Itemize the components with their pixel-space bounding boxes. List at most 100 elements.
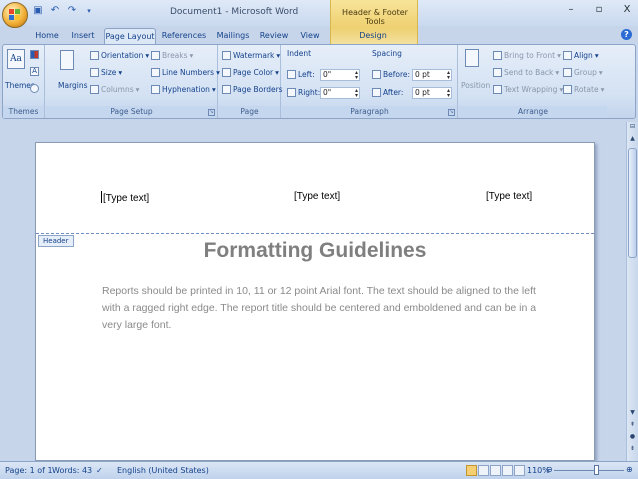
tab-mailings[interactable]: Mailings [212,28,254,44]
zoom-out-icon[interactable]: ⊖ [546,465,553,474]
group-label-page-background: Page Background [219,106,280,128]
office-button[interactable] [2,2,28,28]
print-layout-view-icon[interactable] [466,465,477,476]
hyphenation-button[interactable]: Hyphenation ▾ [151,85,216,94]
indent-right-input[interactable]: 0" ▴ ▾ [320,87,360,99]
align-button[interactable]: Align ▾ [563,51,599,60]
send-to-back-button[interactable]: Send to Back ▾ [493,68,559,77]
next-page-icon[interactable]: ⇟ [627,444,638,454]
spacing-after-input[interactable]: 0 pt ▴ ▾ [412,87,452,99]
watermark-button[interactable]: Watermark ▾ [222,51,280,60]
orientation-button[interactable]: Orientation ▾ [90,51,149,60]
themes-button[interactable]: Aa [6,49,26,69]
zoom-slider[interactable] [554,470,624,471]
tab-home[interactable]: Home [30,28,64,44]
language-indicator[interactable]: English (United States) [117,466,209,475]
group-themes: Aa Themes A Themes [3,45,45,118]
rotate-button[interactable]: Rotate ▾ [563,85,604,94]
full-screen-reading-view-icon[interactable] [478,465,489,476]
previous-page-icon[interactable]: ⇞ [627,420,638,430]
tab-references[interactable]: References [160,28,208,44]
group-button[interactable]: Group ▾ [563,68,603,77]
ruler-toggle-icon[interactable]: ⊟ [627,122,638,132]
scroll-down-icon[interactable]: ▼ [627,408,638,418]
status-bar: Page: 1 of 1 Words: 43 ✓ English (United… [0,461,638,479]
document-body[interactable]: Reports should be printed in 10, 11 or 1… [102,283,542,334]
restore-button[interactable]: ▫ [592,4,606,15]
breaks-label: Breaks [162,51,188,60]
indent-left-value: 0" [323,70,332,79]
size-button[interactable]: Size ▾ [90,68,122,77]
page-setup-launcher-icon[interactable]: ↘ [208,109,215,116]
draft-view-icon[interactable] [514,465,525,476]
outline-view-icon[interactable] [502,465,513,476]
header-center-placeholder[interactable]: [Type text] [294,191,340,202]
paragraph-launcher-icon[interactable]: ↘ [448,109,455,116]
theme-effects-button[interactable] [30,84,39,93]
margins-button[interactable] [60,50,74,70]
indent-header: Indent [287,49,312,58]
bring-to-front-icon [493,51,502,60]
indent-left-text: Left: [298,70,315,79]
scroll-thumb[interactable] [628,148,637,258]
vertical-scrollbar[interactable]: ⊟ ▲ ▼ ⇞ ● ⇟ [626,122,638,461]
group-arrange: Position Bring to Front ▾ Send to Back ▾ T… [459,45,607,118]
line-numbers-button[interactable]: Line Numbers ▾ [151,68,220,77]
page-count[interactable]: Page: 1 of 1 [5,466,53,475]
hyphenation-label: Hyphenation [162,85,210,94]
spinner-arrows-icon[interactable]: ▴ ▾ [355,88,358,99]
contextual-tab-group-label: Header & Footer Tools [342,8,408,26]
spacing-before-input[interactable]: 0 pt ▴ ▾ [412,69,452,81]
columns-button[interactable]: Columns ▾ [90,85,139,94]
zoom-in-icon[interactable]: ⊕ [626,465,633,474]
help-icon[interactable]: ? [621,29,632,40]
indent-right-text: Right: [298,88,321,97]
tab-review[interactable]: Review [256,28,292,44]
close-button[interactable]: X [620,4,634,15]
minimize-button[interactable]: – [564,4,578,15]
columns-label: Columns [101,85,134,94]
breaks-button[interactable]: Breaks ▾ [151,51,193,60]
position-icon [465,49,479,67]
page-borders-button[interactable]: Page Borders [222,85,283,94]
spinner-arrows-icon[interactable]: ▴ ▾ [447,88,450,99]
scroll-up-icon[interactable]: ▲ [627,134,638,144]
watermark-label: Watermark [233,51,275,60]
redo-icon[interactable]: ↷ [66,5,78,17]
dropdown-arrow-icon: ▾ [598,68,603,77]
tab-insert[interactable]: Insert [66,28,100,44]
web-layout-view-icon[interactable] [490,465,501,476]
page-color-label: Page Color [233,68,274,77]
spinner-arrows-icon[interactable]: ▴ ▾ [447,70,450,81]
theme-effects-icon [30,84,39,93]
header-boundary [36,233,594,234]
page-color-button[interactable]: Page Color ▾ [222,68,279,77]
zoom-slider-thumb[interactable] [594,465,599,475]
tab-page-layout[interactable]: Page Layout [104,28,156,44]
theme-fonts-button[interactable]: A [30,67,39,76]
tab-view[interactable]: View [294,28,326,44]
document-title[interactable]: Formatting Guidelines [36,239,594,263]
tab-design[interactable]: Design [350,28,396,44]
header-left-placeholder[interactable]: [Type text] [101,191,149,204]
bring-to-front-button[interactable]: Bring to Front ▾ [493,51,561,60]
dropdown-arrow-icon: ▾ [276,51,281,60]
proofing-icon[interactable]: ✓ [96,466,103,475]
theme-colors-button[interactable] [30,50,39,59]
spinner-arrows-icon[interactable]: ▴ ▾ [355,70,358,81]
undo-icon[interactable]: ↶ [49,5,61,17]
indent-left-input[interactable]: 0" ▴ ▾ [320,69,360,81]
header-right-placeholder[interactable]: [Type text] [486,191,532,202]
spacing-header: Spacing [372,49,402,58]
customize-qat-icon[interactable]: ▾ [83,5,95,17]
group-icon [563,68,572,77]
position-label: Position [461,81,491,90]
document-page[interactable]: [Type text] [Type text] [Type text] Head… [35,142,595,461]
text-wrapping-button[interactable]: Text Wrapping ▾ [493,85,563,94]
line-numbers-label: Line Numbers [162,68,215,77]
group-paragraph: Indent Left: 0" ▴ ▾ Right: 0" ▴ ▾ Spacing Be… [282,45,458,118]
position-button[interactable] [465,49,479,67]
select-browse-object-icon[interactable]: ● [627,432,638,442]
save-icon[interactable]: ▣ [32,5,44,17]
word-count[interactable]: Words: 43 [52,466,92,475]
